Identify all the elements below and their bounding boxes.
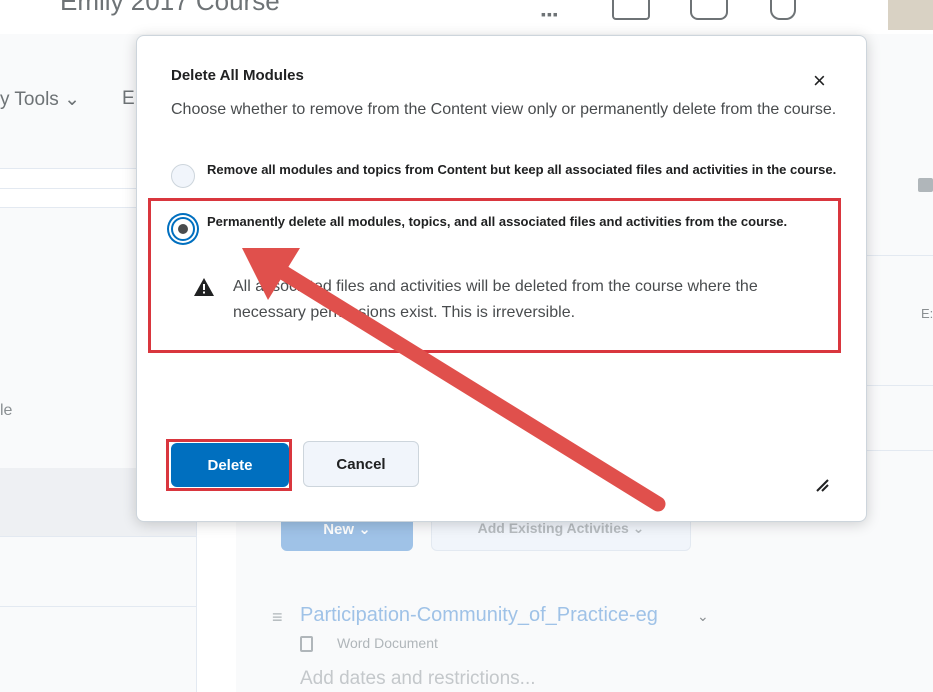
topic-type: Word Document <box>337 635 438 651</box>
nav-item-tools[interactable]: y Tools ⌄ <box>0 88 80 111</box>
bell-icon[interactable] <box>770 0 796 20</box>
dialog-title: Delete All Modules <box>171 67 304 84</box>
chat-icon[interactable] <box>690 0 728 20</box>
resize-icon[interactable] <box>813 476 829 492</box>
divider <box>0 606 196 607</box>
course-title[interactable]: Emily 2017 Course <box>60 0 280 17</box>
annotation-highlight-delete <box>166 439 292 491</box>
mail-icon[interactable] <box>612 0 650 20</box>
cancel-button[interactable]: Cancel <box>303 441 419 487</box>
annotation-highlight-option <box>148 198 841 353</box>
radio-remove-from-content[interactable] <box>171 164 195 188</box>
print-icon[interactable] <box>918 178 933 192</box>
right-partial-text: E: <box>921 306 933 321</box>
top-bar: Emily 2017 Course ▪▪▪ <box>0 0 933 34</box>
left-partial-text: le <box>0 402 13 419</box>
grid-icon[interactable]: ▪▪▪ <box>541 6 559 22</box>
nav-item-e[interactable]: E <box>122 88 135 110</box>
dialog-description: Choose whether to remove from the Conten… <box>171 101 837 118</box>
topic-title[interactable]: Participation-Community_of_Practice-eg <box>300 604 658 627</box>
drag-handle-icon[interactable]: ≡ <box>272 607 283 628</box>
divider <box>0 536 196 537</box>
chevron-down-icon[interactable]: ⌄ <box>697 608 709 625</box>
add-dates-link[interactable]: Add dates and restrictions... <box>300 668 536 690</box>
document-icon <box>300 636 313 652</box>
close-icon[interactable]: × <box>813 70 826 92</box>
avatar[interactable] <box>888 0 933 30</box>
option-label-remove[interactable]: Remove all modules and topics from Conte… <box>207 163 847 176</box>
delete-all-modules-dialog: Delete All Modules × Choose whether to r… <box>136 35 867 522</box>
